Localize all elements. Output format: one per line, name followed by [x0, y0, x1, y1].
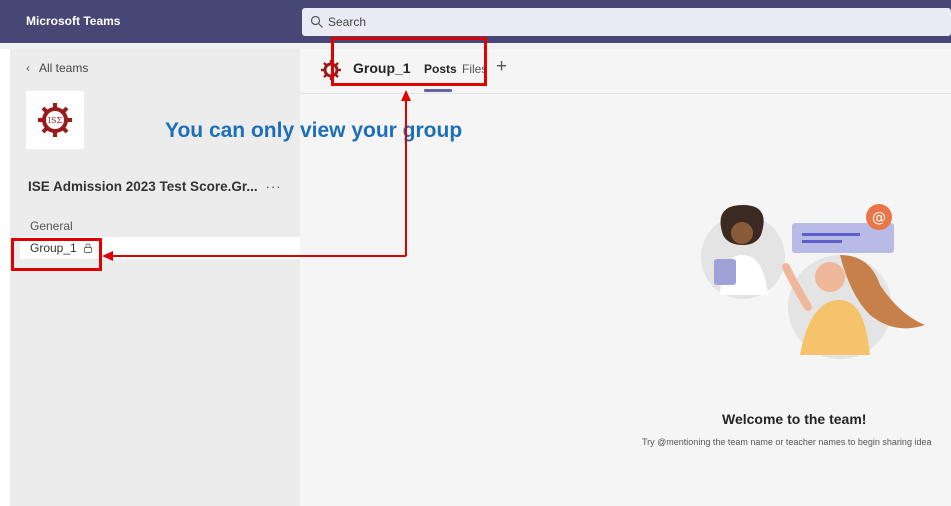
team-logo: ISΣ: [26, 91, 84, 149]
active-tab-indicator: [424, 89, 452, 92]
highlight-box-channel: [11, 238, 102, 271]
search-icon: [310, 15, 323, 28]
chevron-left-icon: ‹: [26, 61, 30, 75]
all-teams-label: All teams: [39, 61, 89, 75]
welcome-subtitle: Try @mentioning the team name or teacher…: [642, 437, 932, 447]
annotation-callout: You can only view your group: [165, 119, 463, 142]
highlight-box-header: [331, 37, 487, 86]
add-tab-button[interactable]: +: [496, 56, 507, 78]
welcome-illustration: @: [701, 204, 925, 359]
more-options-icon[interactable]: ···: [266, 179, 282, 194]
logo-text: ISΣ: [48, 116, 63, 125]
svg-text:@: @: [872, 210, 886, 226]
channel-general[interactable]: General: [30, 219, 73, 233]
search-input[interactable]: Search: [328, 15, 366, 29]
all-teams-link[interactable]: ‹ All teams: [26, 61, 88, 75]
welcome-title: Welcome to the team!: [722, 411, 867, 427]
team-sidebar: ‹ All teams ISΣ ISE Admission 2023 Test …: [10, 49, 300, 506]
team-name: ISE Admission 2023 Test Score.Gr...: [28, 179, 258, 194]
team-header[interactable]: ISE Admission 2023 Test Score.Gr... ···: [28, 179, 298, 194]
search-box[interactable]: Search: [302, 8, 951, 36]
gear-logo-icon: ISΣ: [38, 103, 72, 137]
app-title: Microsoft Teams: [26, 14, 121, 28]
